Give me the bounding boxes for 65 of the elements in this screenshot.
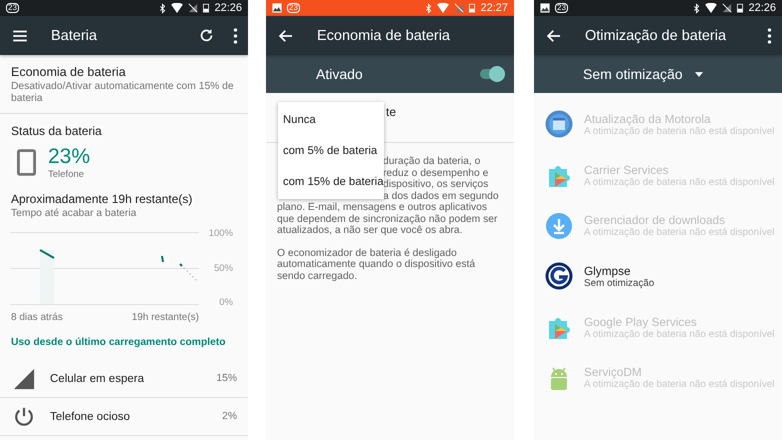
axis-label: 19h restante(s) (132, 312, 199, 323)
notification-count: 23 (6, 3, 19, 13)
usage-percent: 15% (216, 373, 237, 384)
setting-title: te (386, 105, 396, 119)
download-icon (545, 212, 573, 240)
description-line: plano. E-mail, mensagens e outros aplicativos (277, 202, 488, 214)
battery-saver-title[interactable]: Economia de bateria (11, 65, 237, 79)
description-line: atualizados, a não ser que você os abra. (277, 225, 464, 236)
signal-icon (12, 368, 36, 390)
no-sim-icon (722, 3, 732, 13)
toggle-switch[interactable] (480, 69, 502, 79)
description-line: que dependem de sincronização não podem ser (277, 214, 498, 225)
master-switch-label: Ativado (316, 66, 364, 82)
remaining-caption: Tempo até acabar a bateria (11, 208, 138, 220)
menu-option[interactable]: com 15% de bateria (278, 166, 384, 197)
battery-icon (203, 3, 210, 13)
no-sim-icon (188, 3, 198, 13)
screen-title: Bateria (51, 28, 98, 44)
axis-label: 100% (208, 228, 233, 239)
battery-icon (469, 3, 476, 13)
app-name[interactable]: Glympse (584, 264, 654, 278)
menu-option[interactable]: com 5% de bateria (278, 135, 384, 166)
axis-label: 0% (219, 297, 233, 308)
dropdown-caret-icon (694, 72, 703, 76)
description-line: duração da bateria, o (383, 156, 480, 168)
app-window-icon (545, 110, 573, 138)
more-options-icon[interactable] (233, 26, 238, 44)
wifi-icon (171, 3, 184, 13)
refresh-icon[interactable] (198, 27, 215, 44)
notification-count: 23 (555, 3, 568, 13)
image-notification-icon (540, 3, 550, 13)
bluetooth-icon (159, 2, 166, 14)
bluetooth-icon (693, 2, 700, 14)
clock-time: 22:26 (748, 2, 776, 14)
clock-time: 22:26 (214, 2, 242, 14)
device-label: Telefone (48, 169, 85, 180)
description-line: reduz o desempenho e (383, 168, 488, 178)
usage-item-name[interactable]: Celular em espera (50, 372, 216, 384)
more-options-icon[interactable] (767, 26, 772, 44)
wifi-icon (705, 3, 718, 13)
power-icon (12, 406, 34, 428)
usage-item-name[interactable]: Telefone ocioso (50, 410, 222, 422)
usage-heading: Uso desde o último carregamento completo (10, 336, 227, 350)
axis-label: 8 dias atrás (11, 312, 63, 323)
remaining-time: Aproximadamente 19h restante(s) (11, 192, 194, 206)
battery-percent: 23% (48, 145, 90, 169)
no-sim-icon (454, 3, 464, 13)
g-letter-logo-icon (545, 262, 573, 290)
battery-saver-summary: Desativado/Ativar automaticamente com 15% de bateria (11, 81, 235, 105)
usage-percent: 2% (222, 411, 237, 422)
bluetooth-icon (425, 2, 432, 14)
screen-title: Economia de bateria (317, 28, 451, 44)
clock-time: 22:27 (480, 2, 508, 14)
screen-title: Otimização de bateria (585, 28, 728, 44)
section-heading: Status da bateria (11, 124, 103, 138)
battery-icon (737, 3, 744, 13)
description-line: dispositivo, os serviços (383, 179, 488, 190)
menu-option[interactable]: Nunca (278, 104, 384, 135)
phone-icon (17, 149, 36, 176)
optimization-status: Sem otimização (584, 278, 654, 289)
description-paragraph: O economizador de bateria é desligado automaticamente quando o dispositivo está sendo carregado. (276, 246, 476, 283)
notification-count: 23 (287, 3, 300, 13)
axis-label: 50% (214, 262, 233, 274)
wifi-icon (437, 3, 450, 13)
image-notification-icon (272, 3, 282, 13)
